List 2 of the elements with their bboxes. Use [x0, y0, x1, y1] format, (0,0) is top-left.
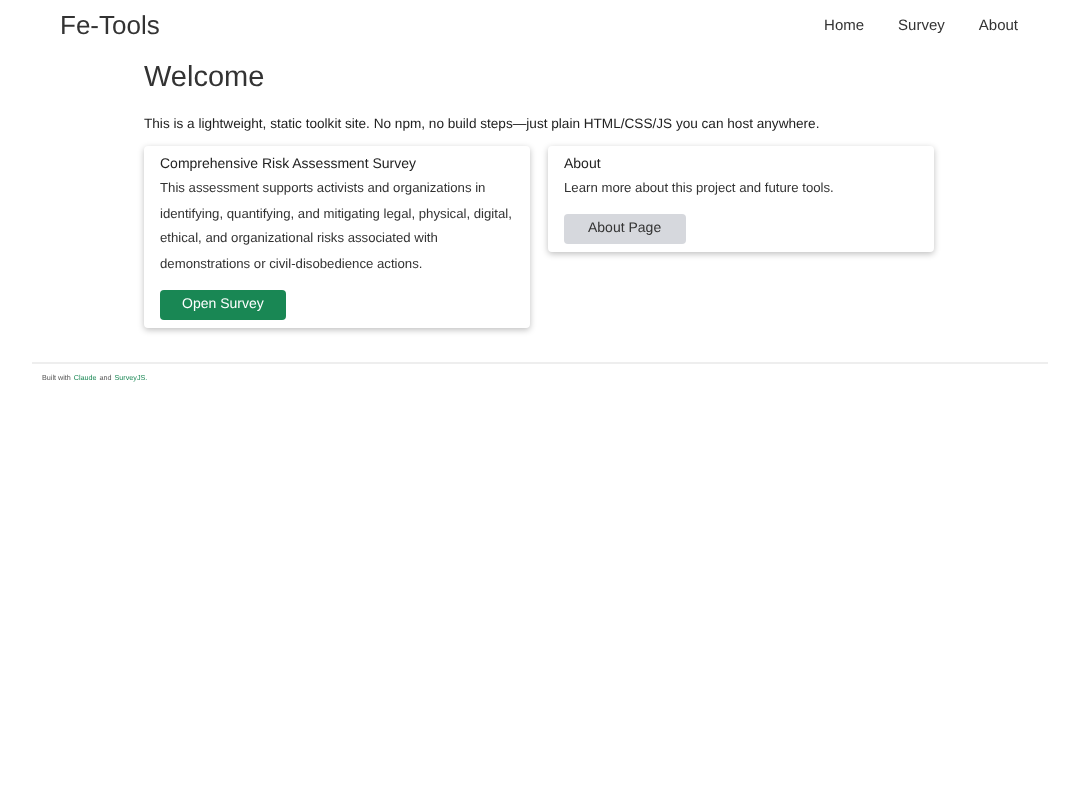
page-title: Welcome	[144, 62, 267, 94]
site-logo[interactable]: Fe-Tools	[60, 9, 160, 39]
